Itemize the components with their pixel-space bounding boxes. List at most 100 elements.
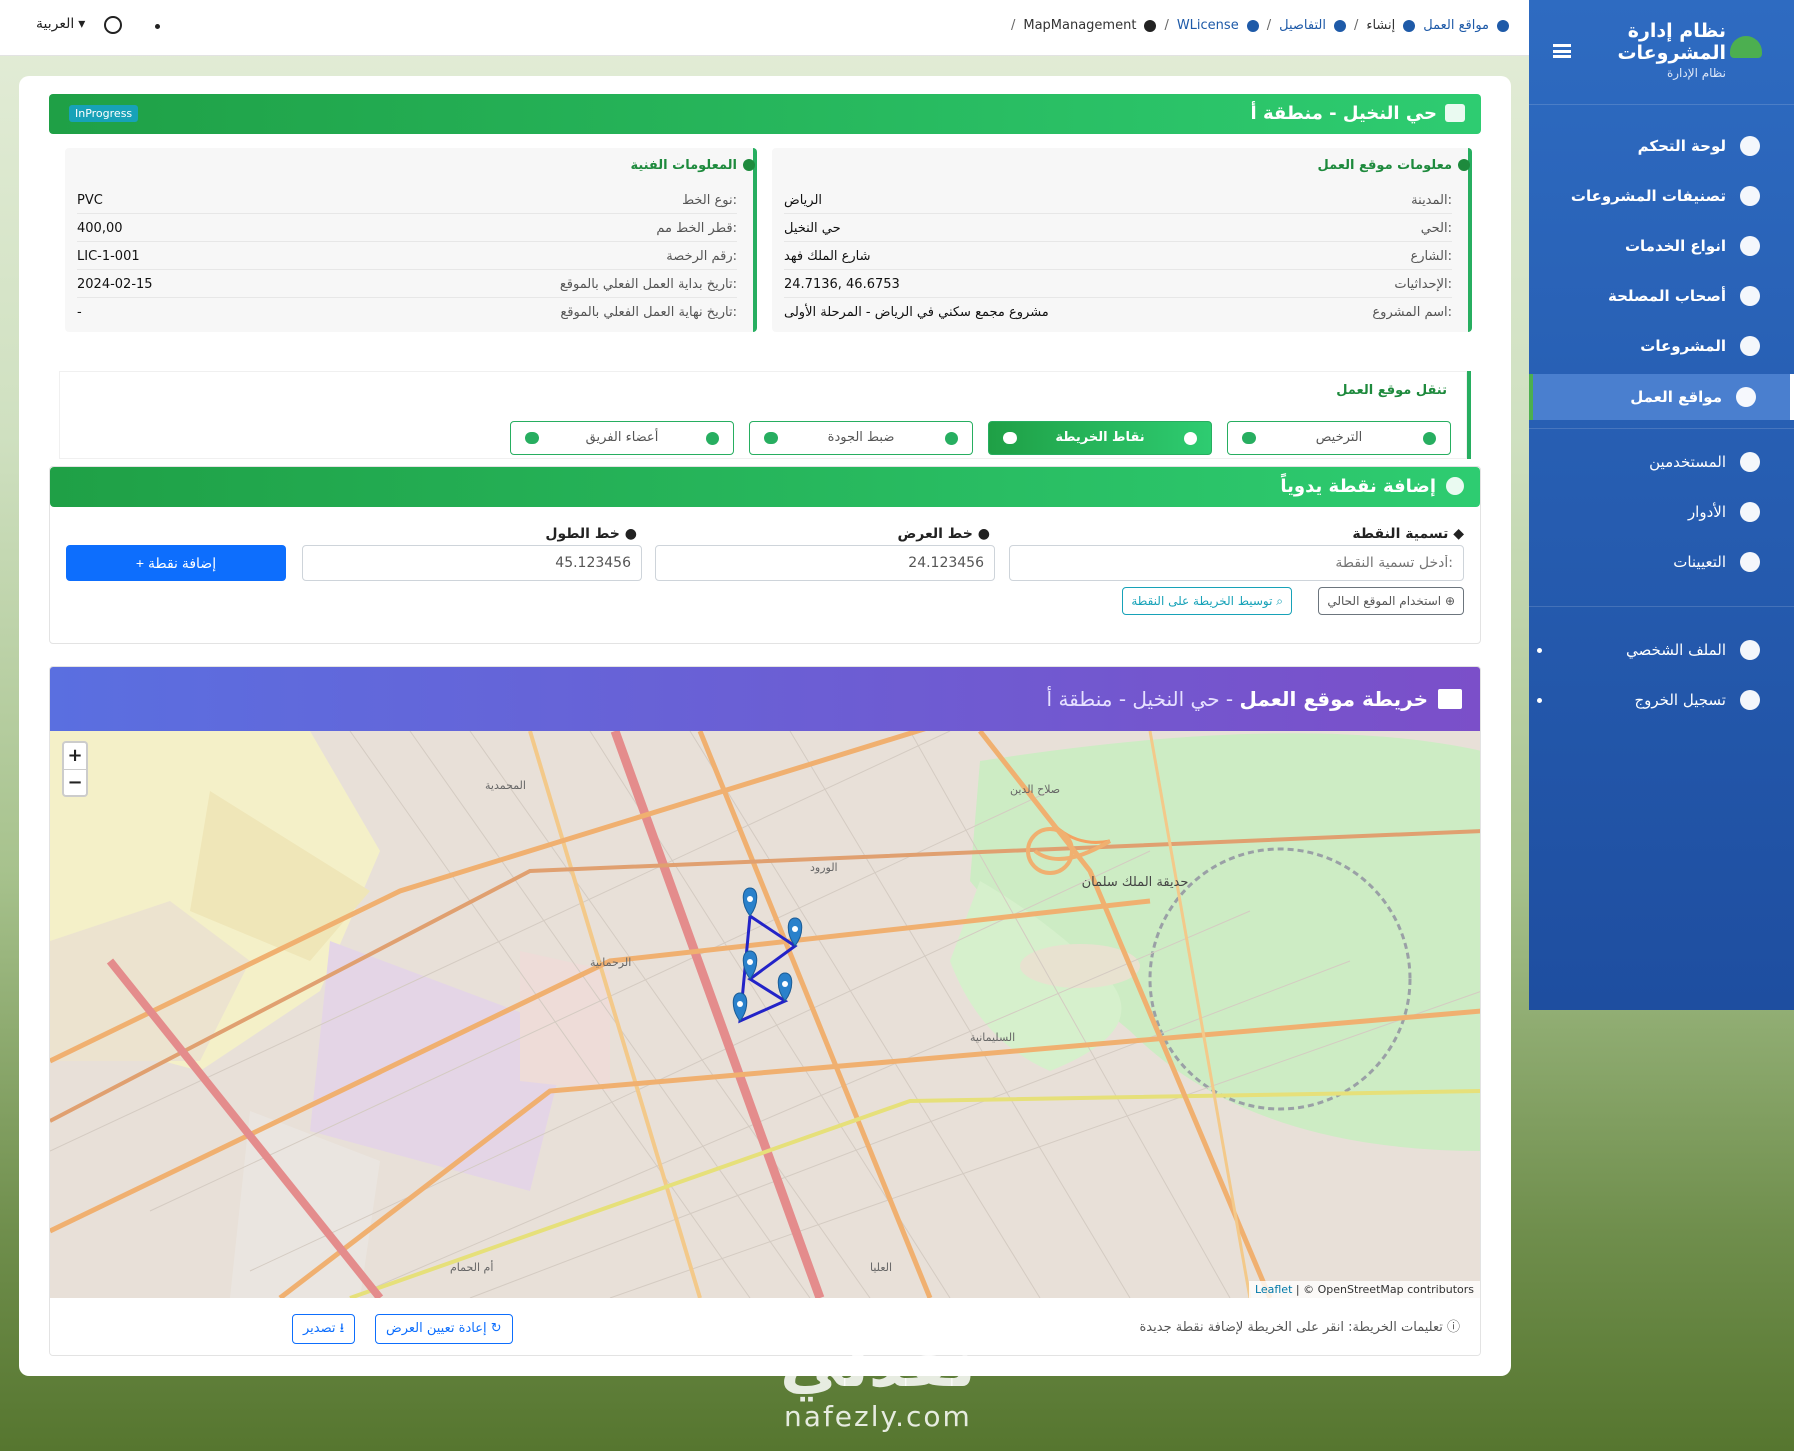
map-footer: تعليمات الخريطة: انقر على الخريطة لإضافة… <box>50 1298 1480 1355</box>
sidebar-item-worksites[interactable]: مواقع العمل <box>1529 374 1794 420</box>
sidebar-item-dashboard[interactable]: لوحة التحكم <box>1529 124 1794 168</box>
info-row: الشارع: شارع الملك فهد <box>784 242 1452 270</box>
zoom-control: + − <box>62 741 88 797</box>
plus-circle-icon <box>1403 19 1416 32</box>
sidebar-item-stakeholders[interactable]: أصحاب المصلحة <box>1529 274 1794 318</box>
breadcrumb-create[interactable]: إنشاء <box>1366 18 1395 33</box>
sidebar: نظام إدارة المشروعات نظام الإدارة لوحة ا… <box>1529 0 1794 1010</box>
sidebar-item-roles[interactable]: الأدوار <box>1529 490 1794 534</box>
map-marked-icon <box>1445 104 1465 122</box>
watermark-logo: نفذلي <box>780 1328 976 1402</box>
info-row: قطر الخط مم: 400,00 <box>77 214 737 242</box>
download-icon: ⭳ <box>339 1321 345 1336</box>
map-label-district: الرحمانية <box>590 956 631 969</box>
language-selector[interactable]: العربية ▾ <box>36 16 85 32</box>
plus-circle-icon <box>1446 477 1464 495</box>
watermark: نفذلي nafezly.com <box>780 1330 976 1433</box>
site-header: حي النخيل - منطقة أ InProgress <box>49 94 1481 134</box>
site-info-box: معلومات موقع العمل المدينة: الرياض الحي: ح… <box>772 148 1472 332</box>
hamburger-menu-icon[interactable] <box>1553 44 1571 58</box>
license-icon <box>1242 432 1256 444</box>
technical-info-box: المعلومات الفنية نوع الخط: PVC قطر الخط م… <box>65 148 757 332</box>
compass-icon: ● <box>624 526 637 542</box>
link-icon <box>1740 552 1760 572</box>
map-marker-icon <box>1003 432 1017 444</box>
caret-down-icon: ▾ <box>78 16 86 32</box>
tab-license[interactable]: الترخيص <box>1227 421 1451 455</box>
info-icon <box>1333 19 1346 32</box>
site-title: حي النخيل - منطقة أ <box>1250 103 1437 124</box>
map-marker-icon: ● <box>977 526 990 542</box>
map-label-district: السليمانية <box>970 1031 1015 1044</box>
globe-icon[interactable] <box>104 16 122 34</box>
map-section: خريطة موقع العمل - حي النخيل - منطقة أ ح… <box>49 666 1481 1356</box>
use-current-location-button[interactable]: استخدام الموقع الحالي ⊕ <box>1318 587 1464 615</box>
sidebar-item-projects[interactable]: المشروعات <box>1529 324 1794 368</box>
check-circle-icon <box>764 432 778 444</box>
brand-title: نظام إدارة المشروعات <box>1617 20 1726 64</box>
breadcrumb-separator: / <box>1164 18 1169 33</box>
breadcrumb-worksites[interactable]: مواقع العمل <box>1423 18 1489 33</box>
info-icon: ⓘ <box>1446 1320 1460 1335</box>
breadcrumb-details[interactable]: التفاصيل <box>1279 18 1326 33</box>
leaflet-link[interactable]: Leaflet <box>1255 1283 1292 1296</box>
tab-quality-control[interactable]: ضبط الجودة <box>749 421 973 455</box>
shield-icon <box>945 432 958 445</box>
latitude-label: خط العرض ● <box>897 526 990 542</box>
sidebar-item-users[interactable]: المستخدمين <box>1529 440 1794 484</box>
sidebar-item-assignments[interactable]: التعيينات <box>1529 540 1794 584</box>
search-icon: ⌕ <box>1276 594 1283 608</box>
worksite-icon <box>1497 19 1509 32</box>
point-name-input[interactable] <box>1009 545 1464 581</box>
breadcrumb-wlicense[interactable]: WLicense <box>1177 18 1239 33</box>
info-row: تاريخ بداية العمل الفعلي بالموقع: 2024-02… <box>77 270 737 298</box>
users-icon <box>706 432 719 445</box>
zoom-in-button[interactable]: + <box>64 743 86 769</box>
center-map-button[interactable]: توسيط الخريطة على النقطة ⌕ <box>1122 587 1292 615</box>
info-row: نوع الخط: PVC <box>77 186 737 214</box>
watermark-site: nafezly.com <box>784 1400 972 1433</box>
breadcrumb-separator: / <box>1353 18 1359 33</box>
latitude-input[interactable] <box>655 545 995 581</box>
map-subtitle: - حي النخيل - منطقة أ <box>1046 687 1240 711</box>
leaflet-map[interactable]: حديقة الملك سلمان الورود الرحمانية السلي… <box>50 731 1480 1298</box>
sidebar-item-logout[interactable]: تسجيل الخروج <box>1529 678 1794 722</box>
map-label-district: المحمدية <box>485 779 526 792</box>
map-label-district: صلاح الدين <box>1010 783 1060 796</box>
sign-out-icon <box>1740 690 1760 710</box>
map-title: خريطة موقع العمل <box>1239 687 1429 711</box>
sidebar-item-project-categories[interactable]: تصنيفات المشروعات <box>1529 174 1794 218</box>
technical-info-heading: المعلومات الفنية <box>630 158 755 173</box>
site-navigation: تنقل موقع العمل الترخيص نقاط الخريطة ضبط… <box>59 371 1471 459</box>
divider <box>1529 104 1794 105</box>
notification-dot[interactable] <box>155 24 160 29</box>
longitude-input[interactable] <box>302 545 642 581</box>
map-label-district: الورود <box>810 861 838 874</box>
map-icon <box>1184 432 1197 445</box>
reset-view-button[interactable]: إعادة تعيين العرض ↻ <box>375 1314 513 1344</box>
crosshairs-icon: ⊕ <box>1444 594 1455 608</box>
map-instructions: تعليمات الخريطة: انقر على الخريطة لإضافة… <box>1139 1320 1461 1335</box>
language-label: العربية <box>36 16 75 32</box>
info-row: المدينة: الرياض <box>784 186 1452 214</box>
info-row: الحي: حي النخيل <box>784 214 1452 242</box>
info-row: رقم الرخصة: LIC-1-001 <box>77 242 737 270</box>
breadcrumb-separator: / <box>1266 18 1272 33</box>
tab-team-members[interactable]: أعضاء الفريق <box>510 421 734 455</box>
info-row: الإحداثيات: 24.7136, 46.6753 <box>784 270 1452 298</box>
status-badge: InProgress <box>69 105 139 122</box>
user-icon <box>1740 640 1760 660</box>
sidebar-item-service-types[interactable]: انواع الخدمات <box>1529 224 1794 268</box>
sidebar-item-profile[interactable]: الملف الشخصي <box>1529 628 1794 672</box>
zoom-out-button[interactable]: − <box>64 769 86 795</box>
license-icon <box>1246 19 1259 32</box>
breadcrumb: مواقع العمل إنشاء / التفاصيل / WLicense … <box>1011 18 1509 33</box>
add-point-button[interactable]: + إضافة نقطة <box>66 545 286 581</box>
project-diagram-icon <box>1740 336 1760 356</box>
export-button[interactable]: تصدير ⭳ <box>292 1314 356 1344</box>
add-point-section: إضافة نقطة يدوياً تسمية النقطة ◆ خط العر… <box>49 466 1481 644</box>
map-label-park: حديقة الملك سلمان <box>1082 875 1189 890</box>
tab-map-points[interactable]: نقاط الخريطة <box>988 421 1212 455</box>
longitude-label: خط الطول ● <box>545 526 637 542</box>
circle-icon <box>1423 432 1436 445</box>
